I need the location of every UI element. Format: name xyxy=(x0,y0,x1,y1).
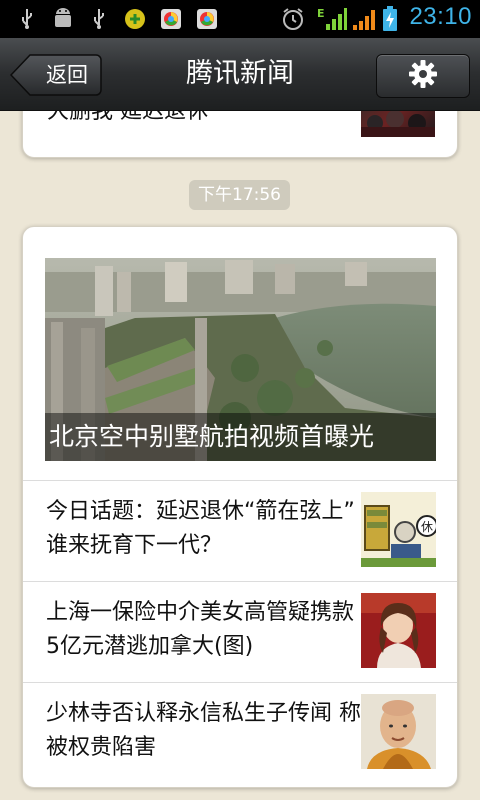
news-item-title: 今日话题：延迟退休“箭在弦上” 谁来抚育下一代？ xyxy=(46,499,355,558)
news-card: 北京空中别墅航拍视频首曝光 今日话题：延迟退休“箭在弦上” 谁来抚育下一代？ 休… xyxy=(22,226,458,788)
message-timestamp: 下午17:56 xyxy=(189,180,290,210)
battery-charging-icon xyxy=(380,6,400,32)
alarm-icon xyxy=(280,6,306,32)
back-button[interactable]: 返回 xyxy=(10,54,102,96)
hero-caption: 北京空中别墅航拍视频首曝光 xyxy=(45,413,436,461)
news-item-thumbnail xyxy=(361,694,436,769)
chrome-icon xyxy=(158,6,184,32)
news-item-title: 上海一保险中介美女高管疑携款5亿元潜逃加拿大(图) xyxy=(46,600,355,659)
usb-icon xyxy=(14,6,40,32)
usb-icon xyxy=(86,6,112,32)
title-bar: 返回 腾讯新闻 xyxy=(0,38,480,111)
chrome-icon xyxy=(194,6,220,32)
settings-button[interactable] xyxy=(376,54,470,98)
news-item[interactable]: 今日话题：延迟退休“箭在弦上” 谁来抚育下一代？ 休 xyxy=(23,481,457,581)
signal-e-icon: E xyxy=(316,6,348,32)
news-item[interactable]: 少林寺否认释永信私生子传闻 称被权贵陷害 xyxy=(23,683,457,783)
back-button-label: 返回 xyxy=(46,63,88,87)
svg-text:休: 休 xyxy=(421,520,433,534)
android-debug-icon xyxy=(50,6,76,32)
clock-time: 23:10 xyxy=(409,3,472,30)
hero-news[interactable]: 北京空中别墅航拍视频首曝光 xyxy=(45,258,436,461)
svg-text:E: E xyxy=(317,7,325,20)
signal-icon xyxy=(350,6,378,32)
news-item-title: 少林寺否认释永信私生子传闻 称被权贵陷害 xyxy=(46,701,361,760)
status-bar: E 23:10 xyxy=(0,0,480,38)
news-item-thumbnail: 休 xyxy=(361,492,436,567)
page-title: 腾讯新闻 xyxy=(186,58,294,89)
gear-icon xyxy=(408,59,438,93)
app-notification-icon xyxy=(122,6,148,32)
news-item-thumbnail xyxy=(361,593,436,668)
news-item[interactable]: 上海一保险中介美女高管疑携款5亿元潜逃加拿大(图) xyxy=(23,582,457,682)
